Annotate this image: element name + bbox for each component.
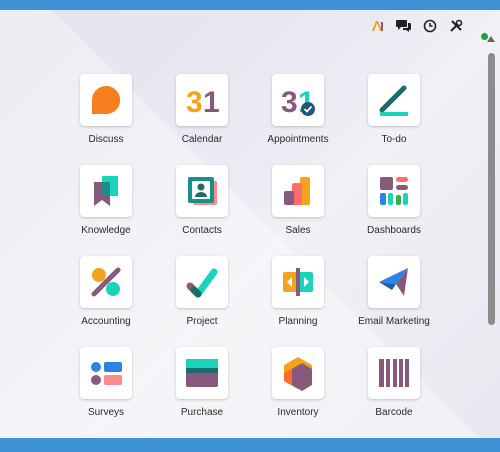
app-label: Calendar <box>181 134 223 145</box>
app-label: Project <box>186 316 218 327</box>
app-icon-box <box>272 256 324 308</box>
app-icon-box: 3 1 <box>176 74 228 126</box>
app-discuss[interactable]: Discuss <box>60 74 152 158</box>
app-icon-box <box>368 256 420 308</box>
app-dashboards[interactable]: Dashboards <box>348 165 440 249</box>
app-contacts[interactable]: Contacts <box>156 165 248 249</box>
contacts-icon <box>188 177 217 205</box>
todo-icon <box>379 85 408 116</box>
app-icon-box <box>368 347 420 399</box>
app-label: Knowledge <box>81 225 131 236</box>
app-icon-box <box>176 165 228 217</box>
app-icon-box <box>368 165 420 217</box>
accounting-icon <box>91 267 121 297</box>
app-purchase[interactable]: Purchase <box>156 347 248 431</box>
svg-text:3: 3 <box>281 86 298 118</box>
bottom-bar <box>0 438 500 452</box>
app-label: Planning <box>278 316 318 327</box>
app-label: Dashboards <box>367 225 421 236</box>
app-calendar[interactable]: 3 1 Calendar <box>156 74 248 158</box>
app-icon-box <box>80 74 132 126</box>
app-label: Contacts <box>182 225 222 236</box>
app-icon-box <box>176 256 228 308</box>
app-icon-box <box>80 256 132 308</box>
scrollbar-thumb[interactable] <box>488 53 495 325</box>
app-sales[interactable]: Sales <box>252 165 344 249</box>
app-icon-box <box>176 347 228 399</box>
chat-icon[interactable] <box>396 18 412 34</box>
app-surveys[interactable]: Surveys <box>60 347 152 431</box>
app-label: Barcode <box>375 407 413 418</box>
app-label: Accounting <box>81 316 131 327</box>
app-label: Appointments <box>267 134 329 145</box>
svg-text:3: 3 <box>186 86 203 118</box>
app-icon-box <box>80 165 132 217</box>
app-email-marketing[interactable]: Email Marketing <box>348 256 440 340</box>
app-todo[interactable]: To-do <box>348 74 440 158</box>
app-barcode[interactable]: Barcode <box>348 347 440 431</box>
app-appointments[interactable]: 3 1 Appointments <box>252 74 344 158</box>
app-label: Purchase <box>180 407 224 418</box>
app-icon-box <box>80 347 132 399</box>
email-marketing-icon <box>379 268 408 296</box>
project-icon <box>186 268 218 298</box>
discuss-icon <box>92 85 121 116</box>
appointments-icon: 3 1 <box>281 86 315 118</box>
app-planning[interactable]: Planning <box>252 256 344 340</box>
app-label: Surveys <box>87 407 125 418</box>
dashboards-icon <box>380 177 408 205</box>
sales-icon <box>284 177 310 205</box>
svg-text:1: 1 <box>203 86 220 118</box>
top-toolbar <box>370 18 464 34</box>
app-inventory[interactable]: Inventory <box>252 347 344 431</box>
ai-icon[interactable] <box>370 18 386 34</box>
home-window: Discuss 3 1 Calendar 3 1 Appointments To… <box>0 10 500 438</box>
app-label: Inventory <box>277 407 319 418</box>
planning-icon <box>283 268 313 296</box>
tools-icon[interactable] <box>448 18 464 34</box>
app-knowledge[interactable]: Knowledge <box>60 165 152 249</box>
app-label: To-do <box>381 134 407 145</box>
purchase-icon <box>186 359 218 387</box>
app-accounting[interactable]: Accounting <box>60 256 152 340</box>
app-icon-box <box>368 74 420 126</box>
app-project[interactable]: Project <box>156 256 248 340</box>
app-icon-box <box>272 347 324 399</box>
clock-icon[interactable] <box>422 18 438 34</box>
knowledge-icon <box>94 176 118 206</box>
surveys-icon <box>91 362 122 385</box>
barcode-icon <box>379 359 409 387</box>
app-icon-box <box>272 165 324 217</box>
app-label: Email Marketing <box>358 316 430 327</box>
inventory-icon <box>284 357 312 391</box>
calendar-icon: 3 1 <box>186 86 220 118</box>
app-icon-box: 3 1 <box>272 74 324 126</box>
scroll-up-arrow[interactable] <box>487 36 495 42</box>
app-label: Sales <box>285 225 311 236</box>
app-label: Discuss <box>88 134 124 145</box>
